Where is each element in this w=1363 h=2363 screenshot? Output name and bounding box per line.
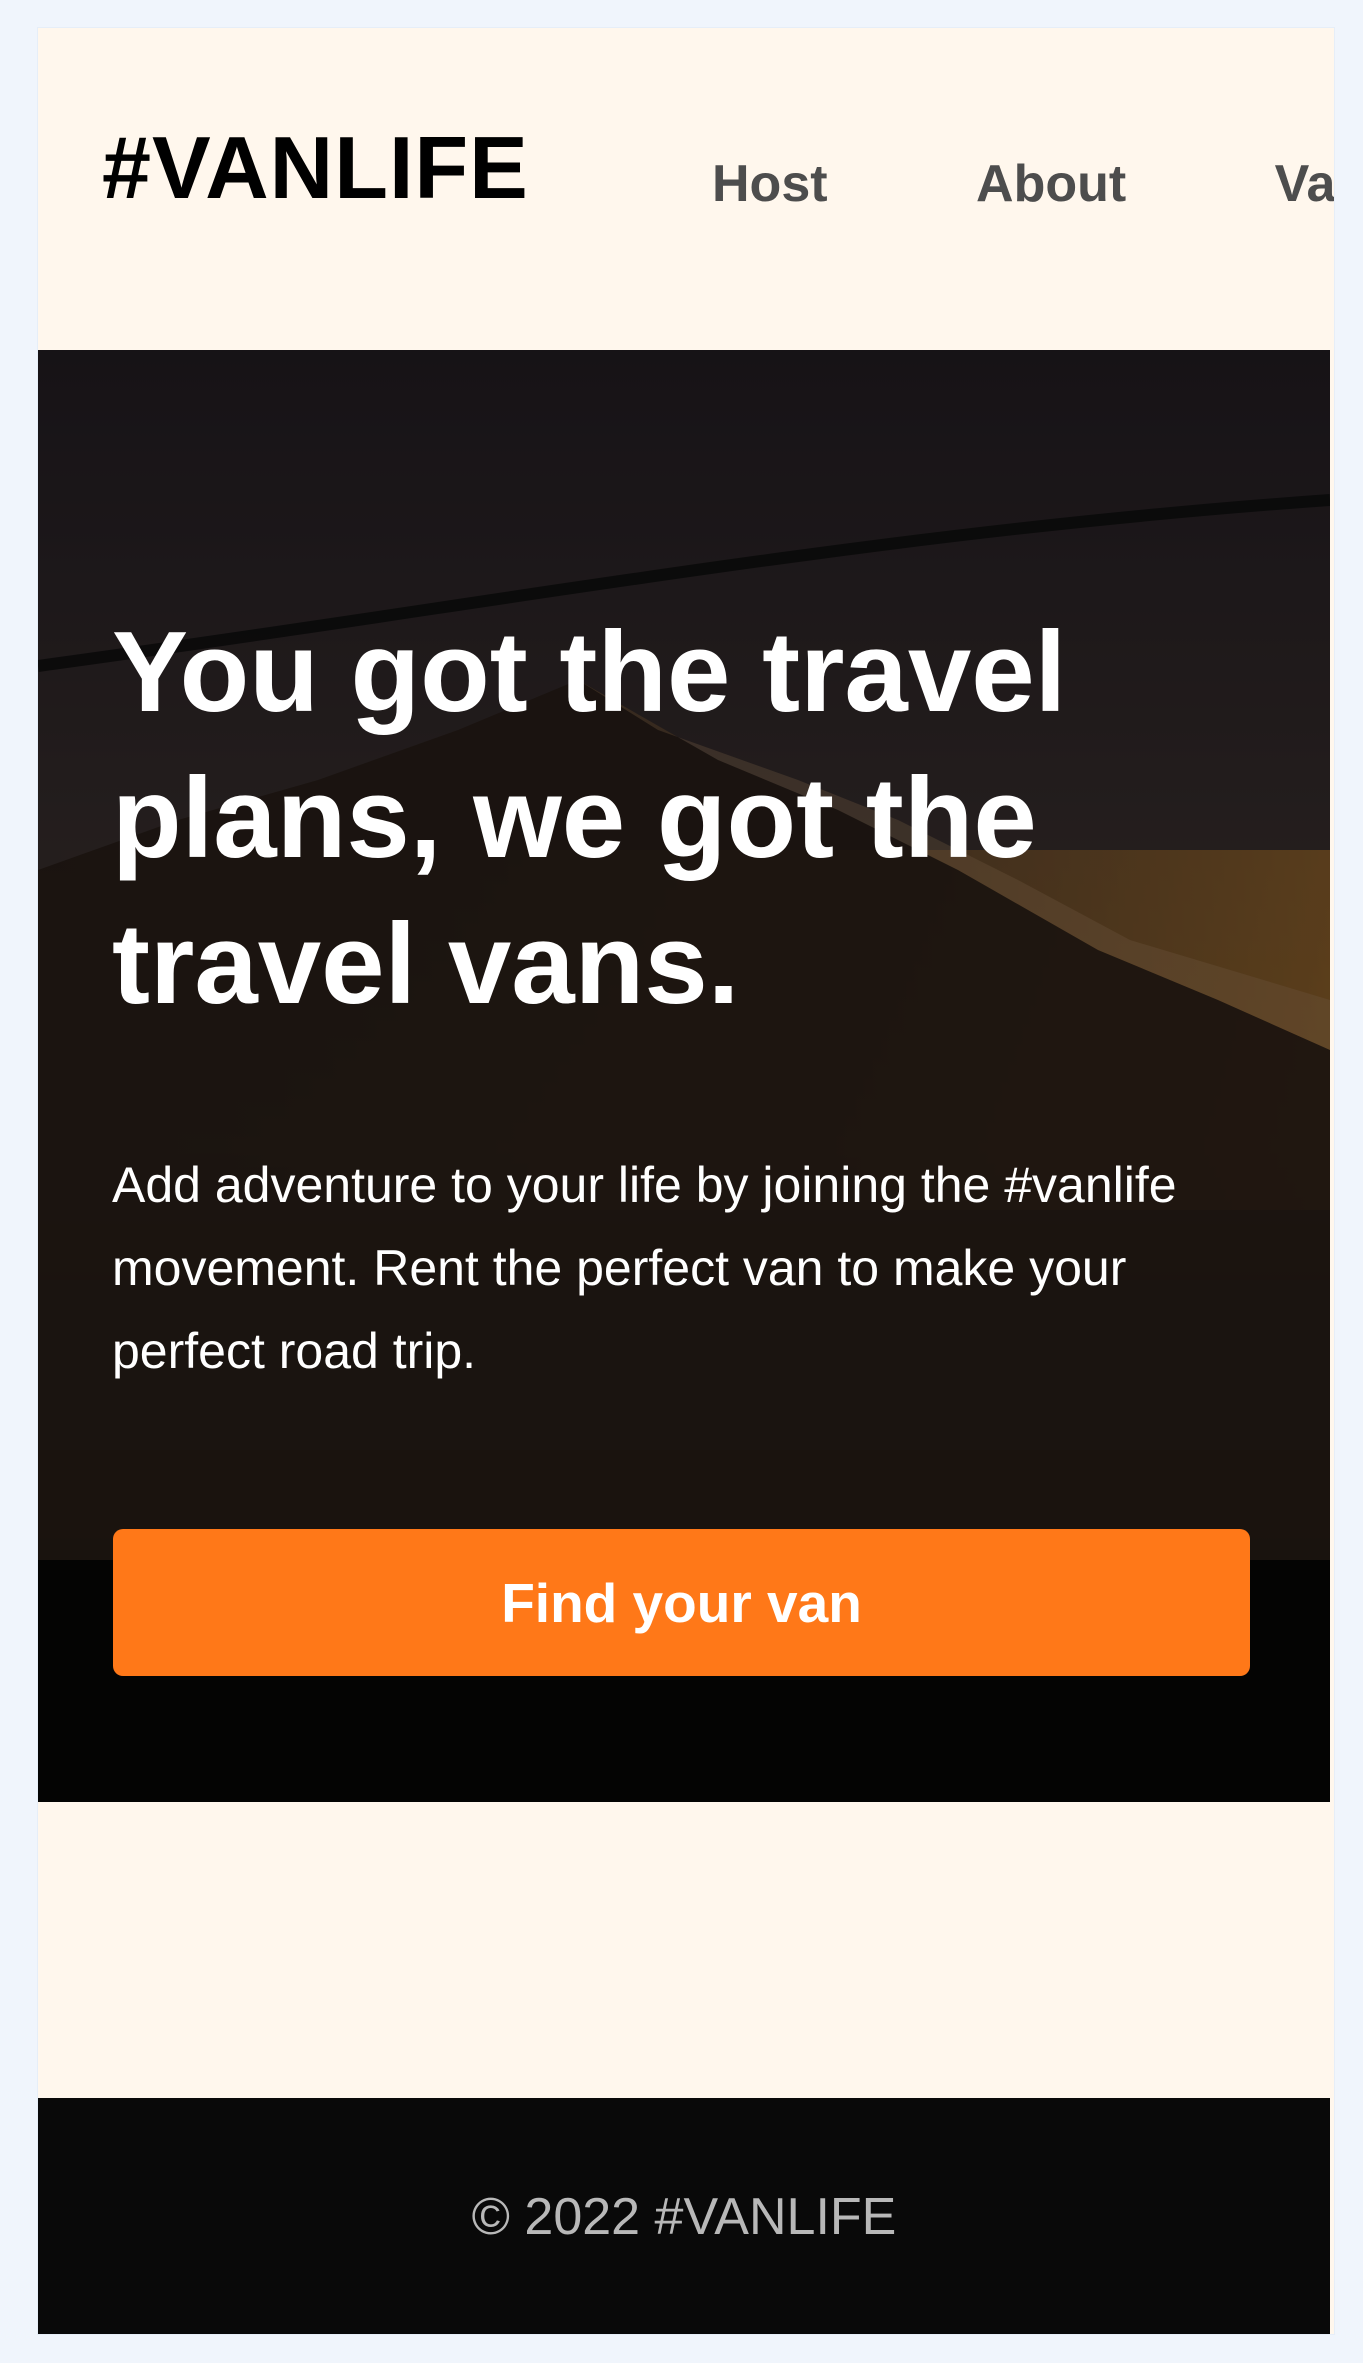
nav-vans[interactable]: Va xyxy=(1275,158,1334,210)
nav-host[interactable]: Host xyxy=(712,158,828,210)
hero-section: You got the travel plans, we got the tra… xyxy=(38,350,1330,1802)
app-frame: #VANLIFE Host About Va You got the trave… xyxy=(37,27,1335,2335)
content-spacer xyxy=(38,1802,1334,2098)
footer-copyright: © 2022 #VANLIFE xyxy=(471,2188,897,2246)
hero-subtitle: Add adventure to your life by joining th… xyxy=(112,1156,1177,1379)
nav-about[interactable]: About xyxy=(976,158,1126,210)
primary-nav: Host About Va xyxy=(712,158,1334,210)
site-logo[interactable]: #VANLIFE xyxy=(102,124,529,212)
hero-title: You got the travel plans, we got the tra… xyxy=(112,609,1067,1028)
hero-content: You got the travel plans, we got the tra… xyxy=(112,600,1252,1393)
site-header: #VANLIFE Host About Va xyxy=(38,28,1334,350)
site-footer: © 2022 #VANLIFE xyxy=(38,2098,1330,2334)
find-your-van-button[interactable]: Find your van xyxy=(113,1529,1250,1676)
